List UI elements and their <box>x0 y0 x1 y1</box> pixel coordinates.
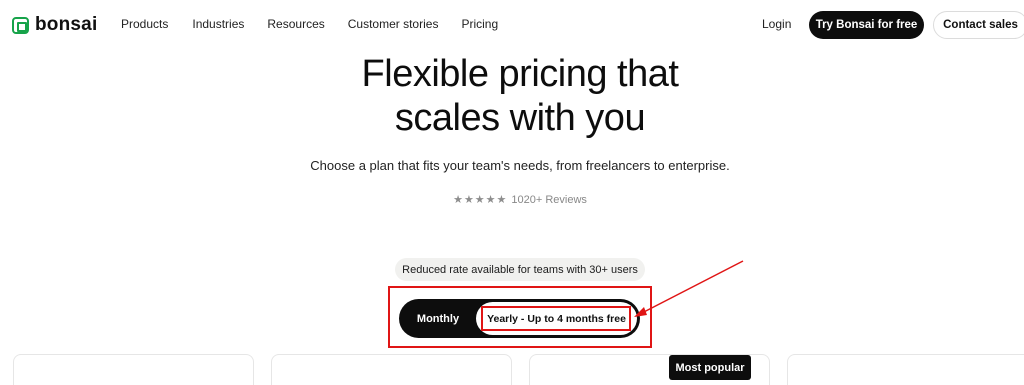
monthly-option[interactable]: Monthly <box>399 299 477 338</box>
nav-link-customer-stories[interactable]: Customer stories <box>348 17 439 31</box>
contact-sales-button[interactable]: Contact sales <box>933 11 1024 39</box>
login-link[interactable]: Login <box>762 17 791 31</box>
page-title: Flexible pricing that scales with you <box>0 52 1024 140</box>
nav-link-industries[interactable]: Industries <box>192 17 244 31</box>
most-popular-badge: Most popular <box>669 355 751 380</box>
reviews-count: 1020+ Reviews <box>511 194 587 206</box>
reviews-rating: ★★★★★ 1020+ Reviews <box>0 193 1024 206</box>
plan-card-2 <box>271 354 512 385</box>
team-discount-badge: Reduced rate available for teams with 30… <box>395 258 645 281</box>
top-nav: bonsai Products Industries Resources Cus… <box>0 0 1024 50</box>
nav-link-resources[interactable]: Resources <box>267 17 324 31</box>
page-title-line-1: Flexible pricing that <box>361 53 679 95</box>
nav-links: Products Industries Resources Customer s… <box>121 17 498 31</box>
try-bonsai-button[interactable]: Try Bonsai for free <box>809 11 924 39</box>
logo-text: bonsai <box>35 14 98 35</box>
nav-link-products[interactable]: Products <box>121 17 168 31</box>
page-title-line-2: scales with you <box>394 97 646 139</box>
page-subtitle: Choose a plan that fits your team's need… <box>310 158 730 173</box>
bonsai-logo[interactable]: bonsai <box>12 14 97 36</box>
bonsai-logo-icon <box>12 16 29 34</box>
billing-period-toggle: Monthly Yearly - Up to 4 months free <box>399 299 640 338</box>
yearly-option[interactable]: Yearly - Up to 4 months free <box>476 302 637 335</box>
plan-card-1 <box>13 354 254 385</box>
star-rating-icon: ★★★★★ <box>453 194 508 206</box>
nav-link-pricing[interactable]: Pricing <box>461 17 498 31</box>
plan-card-4 <box>787 354 1024 385</box>
